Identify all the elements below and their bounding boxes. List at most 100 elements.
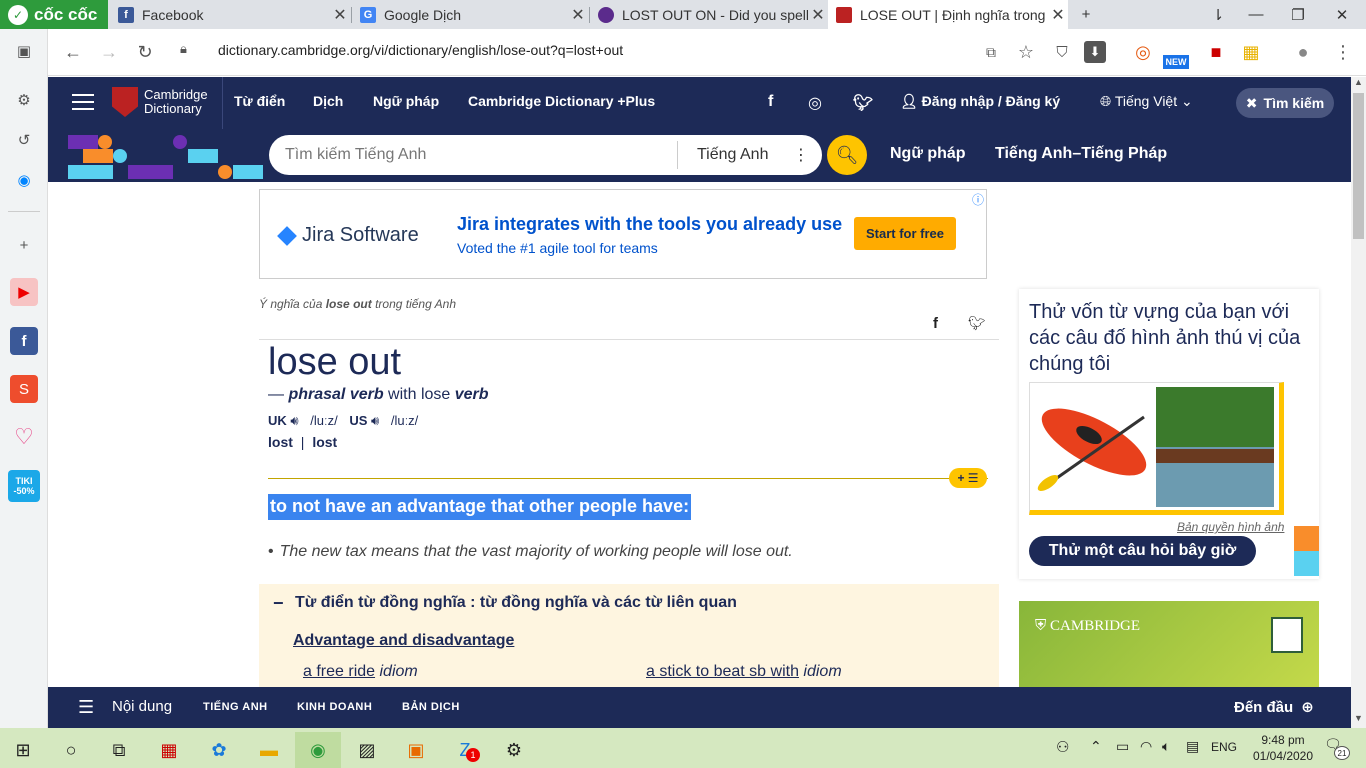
more-options-icon[interactable]: ⋮ <box>793 145 809 165</box>
reload-icon[interactable]: ↻ <box>130 37 160 67</box>
input-language[interactable]: ENG <box>1211 740 1237 754</box>
search-toggle-button[interactable]: ✖ Tìm kiếm <box>1236 88 1334 118</box>
login-link[interactable]: 👤︎ Đăng nhập / Đăng ký <box>900 93 1060 110</box>
app-icon-2[interactable]: ✿ <box>196 732 242 768</box>
keyboard-icon[interactable]: ▤ <box>1186 738 1199 755</box>
people-icon[interactable]: ⚇ <box>1056 738 1069 756</box>
shopee-icon[interactable]: S <box>10 375 38 403</box>
wifi-icon[interactable]: ◠ <box>1140 738 1152 755</box>
cambridge-ad[interactable]: ⛨ CAMBRIDGE <box>1019 601 1319 688</box>
clock[interactable]: 9:48 pm 01/04/2020 <box>1250 732 1316 764</box>
pdf-icon[interactable]: ▣ <box>393 732 439 768</box>
tab-google-translate[interactable]: G Google Dịch ✕ <box>352 0 588 29</box>
instagram-icon[interactable]: ◎ <box>808 93 822 113</box>
us-audio-icon[interactable]: 🔊︎ <box>371 413 379 428</box>
extension-grid-icon[interactable]: ▦ <box>1236 37 1266 67</box>
search-box[interactable]: Tìm kiếm Tiếng Anh Tiếng Anh ⋮ <box>269 135 822 175</box>
scroll-down-icon[interactable]: ▼ <box>1351 713 1366 727</box>
bottom-tab-business[interactable]: KINH DOANH <box>297 701 372 713</box>
image-credit-link[interactable]: Bản quyền hình ảnh <box>1177 520 1284 534</box>
bottom-tab-english[interactable]: TIẾNG ANH <box>203 701 268 713</box>
extension-red-icon[interactable]: ■ <box>1201 37 1231 67</box>
close-icon[interactable]: ✕ <box>568 5 588 25</box>
tab-lose-out[interactable]: LOSE OUT | Định nghĩa trong ✕ <box>828 0 1068 29</box>
jira-ad[interactable]: Jira Software Jira integrates with the t… <box>259 189 987 279</box>
collapse-icon[interactable]: − <box>273 593 284 614</box>
shield-icon[interactable]: ⛉ <box>1047 37 1077 67</box>
battery-icon[interactable]: ▭ <box>1116 738 1129 755</box>
zalo-icon[interactable]: Z 1 <box>442 732 488 768</box>
cambridge-logo[interactable]: Cambridge Dictionary <box>112 87 208 117</box>
nav-plus[interactable]: Cambridge Dictionary +Plus <box>468 93 655 109</box>
synonym-topic-link[interactable]: Advantage and disadvantage <box>293 632 514 650</box>
facebook-icon[interactable]: f <box>768 93 773 111</box>
close-icon[interactable]: ✕ <box>1048 5 1068 25</box>
maximize-icon[interactable]: ❐ <box>1278 0 1318 29</box>
windows-start-icon[interactable]: ⊞ <box>0 732 46 768</box>
quiz-start-button[interactable]: Thử một câu hỏi bây giờ <box>1029 536 1256 566</box>
share-twitter-icon[interactable]: 🐦︎ <box>968 315 986 332</box>
translate-icon[interactable]: ⧉ <box>976 37 1006 67</box>
add-to-list-button[interactable]: + ☰ <box>949 468 987 488</box>
heart-icon[interactable]: ♡ <box>10 423 38 451</box>
share-facebook-icon[interactable]: f <box>933 315 938 332</box>
subnav-grammar[interactable]: Ngữ pháp <box>890 145 966 163</box>
bottom-tab-translation[interactable]: BẢN DỊCH <box>402 701 460 713</box>
uk-audio-icon[interactable]: 🔊︎ <box>290 413 298 428</box>
nav-translate[interactable]: Dịch <box>313 93 343 109</box>
youtube-icon[interactable]: ▶ <box>10 278 38 306</box>
tab-lost-out-on[interactable]: LOST OUT ON - Did you spell ✕ <box>590 0 828 29</box>
address-bar[interactable]: dictionary.cambridge.org/vi/dictionary/e… <box>218 42 623 58</box>
synonym-item[interactable]: a free ride idiom <box>303 663 418 681</box>
app-icon-3[interactable]: ▨ <box>344 732 390 768</box>
search-language[interactable]: Tiếng Anh <box>697 146 768 164</box>
search-submit-icon[interactable]: 🔍︎ <box>827 135 867 175</box>
quiz-images[interactable] <box>1029 382 1284 515</box>
sidebar-toggle-icon[interactable]: ▣ <box>10 37 38 65</box>
coccoc-taskbar-icon[interactable]: ◉ <box>295 732 341 768</box>
settings-icon[interactable]: ⚙ <box>10 86 38 114</box>
menu-icon[interactable] <box>72 94 94 110</box>
minimize-icon[interactable]: — <box>1236 0 1276 29</box>
synonym-item[interactable]: a stick to beat sb with idiom <box>646 663 842 681</box>
back-to-top-button[interactable]: Đến đầu ⊕ <box>1234 698 1314 716</box>
scrollbar[interactable]: ▲ ▼ <box>1351 77 1366 728</box>
ad-info-icon[interactable]: ⓘ <box>972 191 984 208</box>
ad-cta-button[interactable]: Start for free <box>854 217 956 250</box>
new-badge[interactable]: NEW <box>1163 55 1189 69</box>
messenger-icon[interactable]: ◉ <box>10 166 38 194</box>
forward-icon[interactable]: → <box>94 37 124 67</box>
back-icon[interactable]: ← <box>58 37 88 67</box>
contents-button[interactable]: Nội dung <box>112 698 172 715</box>
volume-icon[interactable]: 🔈︎ <box>1162 738 1170 755</box>
app-icon-1[interactable]: ▦ <box>146 732 192 768</box>
scroll-thumb[interactable] <box>1353 93 1364 239</box>
tab-facebook[interactable]: f Facebook ✕ <box>110 0 350 29</box>
scroll-up-icon[interactable]: ▲ <box>1351 77 1366 91</box>
tab-search-icon[interactable]: ⇂ <box>1198 0 1238 29</box>
cortana-icon[interactable]: ○ <box>48 732 94 768</box>
bookmark-star-icon[interactable]: ☆ <box>1011 37 1041 67</box>
search-input[interactable]: Tìm kiếm Tiếng Anh <box>285 146 426 164</box>
close-icon[interactable]: ✕ <box>330 5 350 25</box>
action-center-icon[interactable]: 🗨︎ 21 <box>1324 736 1352 760</box>
twitter-icon[interactable]: 🐦︎ <box>853 93 873 113</box>
history-icon[interactable]: ↺ <box>10 126 38 154</box>
menu-icon[interactable]: ☰ <box>78 697 94 718</box>
nav-grammar[interactable]: Ngữ pháp <box>373 93 439 109</box>
task-view-icon[interactable]: ⧉ <box>96 732 142 768</box>
file-explorer-icon[interactable]: ▬ <box>246 732 292 768</box>
tray-chevron-icon[interactable]: ⌃ <box>1090 738 1102 755</box>
download-icon[interactable]: ⬇ <box>1084 41 1106 63</box>
new-tab-button[interactable]: + <box>1066 0 1106 29</box>
coccoc-ext-icon[interactable]: ◎ <box>1128 37 1158 67</box>
add-icon[interactable]: + <box>10 231 38 259</box>
coccoc-brand[interactable]: ✓ cốc cốc <box>0 0 108 29</box>
window-close-icon[interactable]: ✕ <box>1322 0 1362 29</box>
close-icon[interactable]: ✕ <box>808 5 828 25</box>
synonym-term[interactable]: a free ride <box>303 663 375 680</box>
app-icon-4[interactable]: ⚙ <box>491 732 537 768</box>
menu-dots-icon[interactable]: ⋮ <box>1328 37 1358 67</box>
facebook-sidebar-icon[interactable]: f <box>10 327 38 355</box>
language-select[interactable]: 🌐︎ Tiếng Việt ⌄ <box>1100 93 1193 110</box>
